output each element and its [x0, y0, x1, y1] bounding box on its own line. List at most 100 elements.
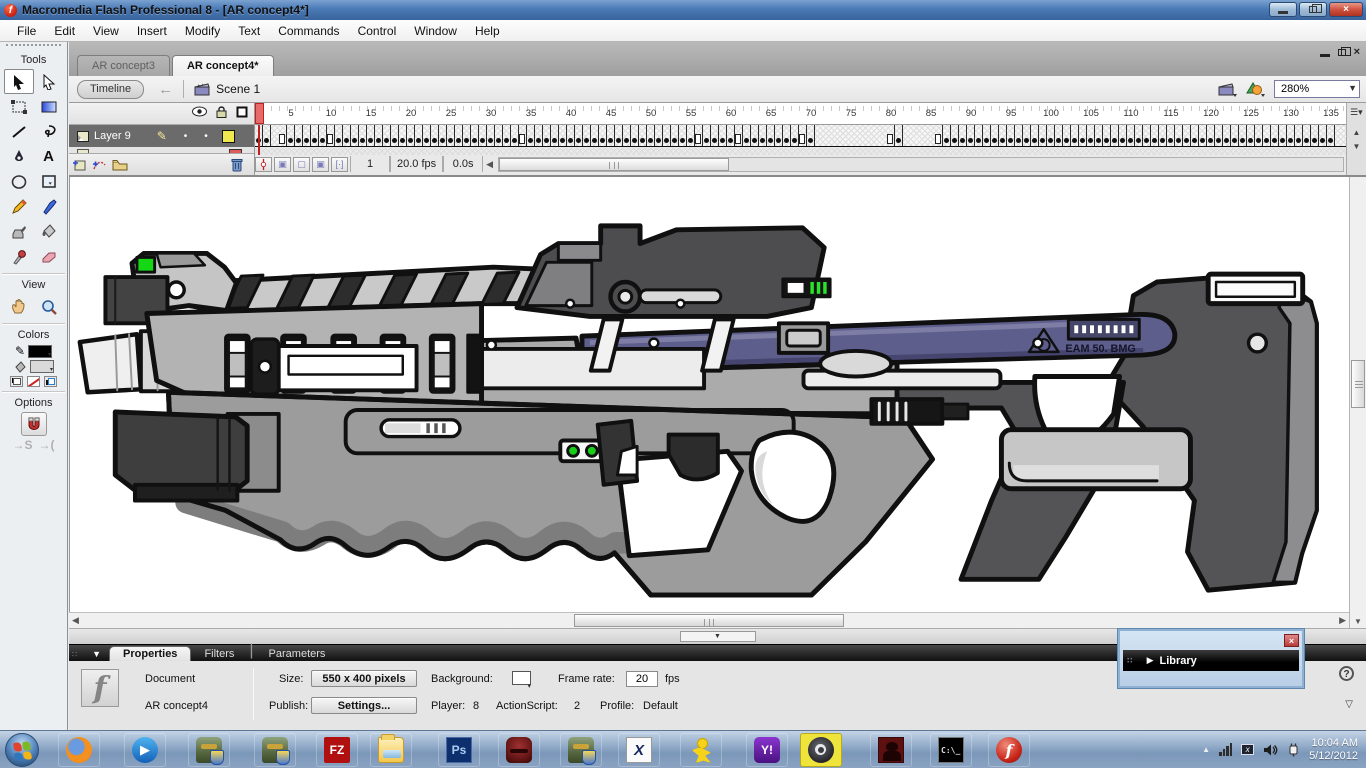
frame-cell[interactable] — [743, 125, 751, 146]
frame-cell[interactable] — [1119, 125, 1127, 146]
outline-layers-icon[interactable] — [236, 106, 248, 118]
frame-cell[interactable] — [1303, 125, 1311, 146]
frame-cell[interactable] — [1071, 125, 1079, 146]
canvas-scroll-right-arrow[interactable]: ▶ — [1339, 615, 1346, 626]
help-button[interactable]: ? — [1339, 666, 1354, 681]
layer-outline-color-swatch[interactable] — [222, 130, 235, 143]
center-frame-button[interactable] — [255, 157, 272, 172]
rectangle-tool[interactable] — [34, 169, 64, 194]
frame-cell[interactable] — [1175, 125, 1183, 146]
frame-cell[interactable] — [1231, 125, 1239, 146]
frame-cell[interactable] — [471, 125, 479, 146]
frame-cell[interactable] — [647, 125, 655, 146]
frame-cell[interactable] — [479, 125, 487, 146]
timeline-ruler[interactable]: 5101520253035404550556065707580859095100… — [255, 103, 1346, 125]
frame-rate-indicator[interactable]: 20.0 fps — [390, 156, 443, 172]
frame-cell[interactable] — [279, 125, 287, 146]
stage-canvas[interactable]: EAM 50. BMG — [69, 177, 1349, 612]
minimize-button[interactable] — [1269, 2, 1297, 17]
menu-item-window[interactable]: Window — [405, 21, 466, 41]
frame-cell[interactable] — [535, 125, 543, 146]
frame-cell[interactable] — [919, 125, 927, 146]
background-color-swatch[interactable]: ▾ — [512, 671, 531, 685]
frame-cell[interactable] — [735, 125, 743, 146]
hand-tool[interactable] — [4, 294, 34, 319]
frame-cell[interactable] — [711, 125, 719, 146]
doc-restore-icon[interactable] — [1338, 49, 1346, 56]
frame-cell[interactable] — [1247, 125, 1255, 146]
frame-cell[interactable] — [1159, 125, 1167, 146]
properties-collapse-icon[interactable]: ▼ — [92, 649, 101, 659]
frame-cell[interactable] — [439, 125, 447, 146]
frame-cell[interactable] — [567, 125, 575, 146]
taskbar-icon-xfire[interactable]: X — [618, 733, 660, 767]
zoom-tool[interactable] — [34, 294, 64, 319]
default-colors-button[interactable] — [10, 376, 23, 387]
paint-bucket-tool[interactable] — [34, 219, 64, 244]
brush-tool[interactable] — [34, 194, 64, 219]
frame-cell[interactable] — [999, 125, 1007, 146]
layer-lock-dot[interactable]: • — [204, 131, 208, 142]
frame-cell[interactable] — [1327, 125, 1335, 146]
restore-button[interactable] — [1299, 2, 1327, 17]
onion-skin-button[interactable]: ▣ — [274, 157, 291, 172]
frame-cell[interactable] — [1319, 125, 1327, 146]
frame-cell[interactable] — [895, 125, 903, 146]
frame-cell[interactable] — [807, 125, 815, 146]
frame-cell[interactable] — [303, 125, 311, 146]
taskbar-icon-steam[interactable] — [800, 733, 842, 767]
frame-cell[interactable] — [1311, 125, 1319, 146]
frame-cell[interactable] — [295, 125, 303, 146]
panel-grip[interactable] — [6, 44, 61, 52]
frame-cell[interactable] — [431, 125, 439, 146]
frame-cell[interactable] — [839, 125, 847, 146]
frame-cell[interactable] — [831, 125, 839, 146]
library-expand-icon[interactable]: ▶ — [1147, 655, 1154, 666]
frame-cell[interactable] — [951, 125, 959, 146]
frame-cell[interactable] — [1215, 125, 1223, 146]
subselection-tool[interactable] — [34, 69, 64, 94]
frame-cell[interactable] — [559, 125, 567, 146]
frame-cell[interactable] — [671, 125, 679, 146]
frame-cell[interactable] — [1287, 125, 1295, 146]
frame-cell[interactable] — [391, 125, 399, 146]
frame-cell[interactable] — [495, 125, 503, 146]
tray-show-hidden-icon[interactable]: ▲ — [1202, 745, 1210, 754]
layer-row[interactable]: Layer 9 ✎ • • — [69, 125, 254, 147]
insert-layer-folder-button[interactable] — [112, 158, 128, 171]
frame-cell[interactable] — [863, 125, 871, 146]
taskbar-icon-filezilla[interactable]: FZ — [316, 733, 358, 767]
frame-cell[interactable] — [359, 125, 367, 146]
back-arrow-icon[interactable]: ← — [158, 81, 173, 98]
timeline-scroll-down-arrow[interactable]: ▼ — [1350, 141, 1363, 153]
frame-cell[interactable] — [719, 125, 727, 146]
snap-to-objects-button[interactable] — [21, 412, 47, 436]
frame-cell[interactable] — [599, 125, 607, 146]
canvas-scroll-left-arrow[interactable]: ◀ — [72, 615, 79, 626]
frame-cell[interactable] — [887, 125, 895, 146]
lasso-tool[interactable] — [34, 119, 64, 144]
menu-item-file[interactable]: File — [8, 21, 45, 41]
free-transform-tool[interactable] — [4, 94, 34, 119]
gun-artwork[interactable]: EAM 50. BMG — [76, 217, 1340, 601]
timeline-toggle-button[interactable]: Timeline — [77, 80, 144, 99]
frame-cell[interactable] — [503, 125, 511, 146]
frame-cell[interactable] — [423, 125, 431, 146]
frame-cell[interactable] — [1199, 125, 1207, 146]
frame-cell[interactable] — [551, 125, 559, 146]
frame-cell[interactable] — [311, 125, 319, 146]
frame-cell[interactable] — [799, 125, 807, 146]
library-title-bar[interactable]: × — [1120, 631, 1302, 649]
edit-symbols-icon[interactable] — [1245, 81, 1266, 97]
frame-cell[interactable] — [327, 125, 335, 146]
menu-item-modify[interactable]: Modify — [176, 21, 229, 41]
taskbar-icon-photoshop[interactable]: Ps — [438, 733, 480, 767]
library-close-button[interactable]: × — [1284, 634, 1299, 647]
frame-cell[interactable] — [287, 125, 295, 146]
frame-cell[interactable] — [407, 125, 415, 146]
frame-cell[interactable] — [1135, 125, 1143, 146]
onion-skin-outlines-button[interactable]: ▢ — [293, 157, 310, 172]
frame-cell[interactable] — [823, 125, 831, 146]
frame-cell[interactable] — [511, 125, 519, 146]
frame-view-menu-icon[interactable]: ☰▾ — [1350, 107, 1363, 118]
